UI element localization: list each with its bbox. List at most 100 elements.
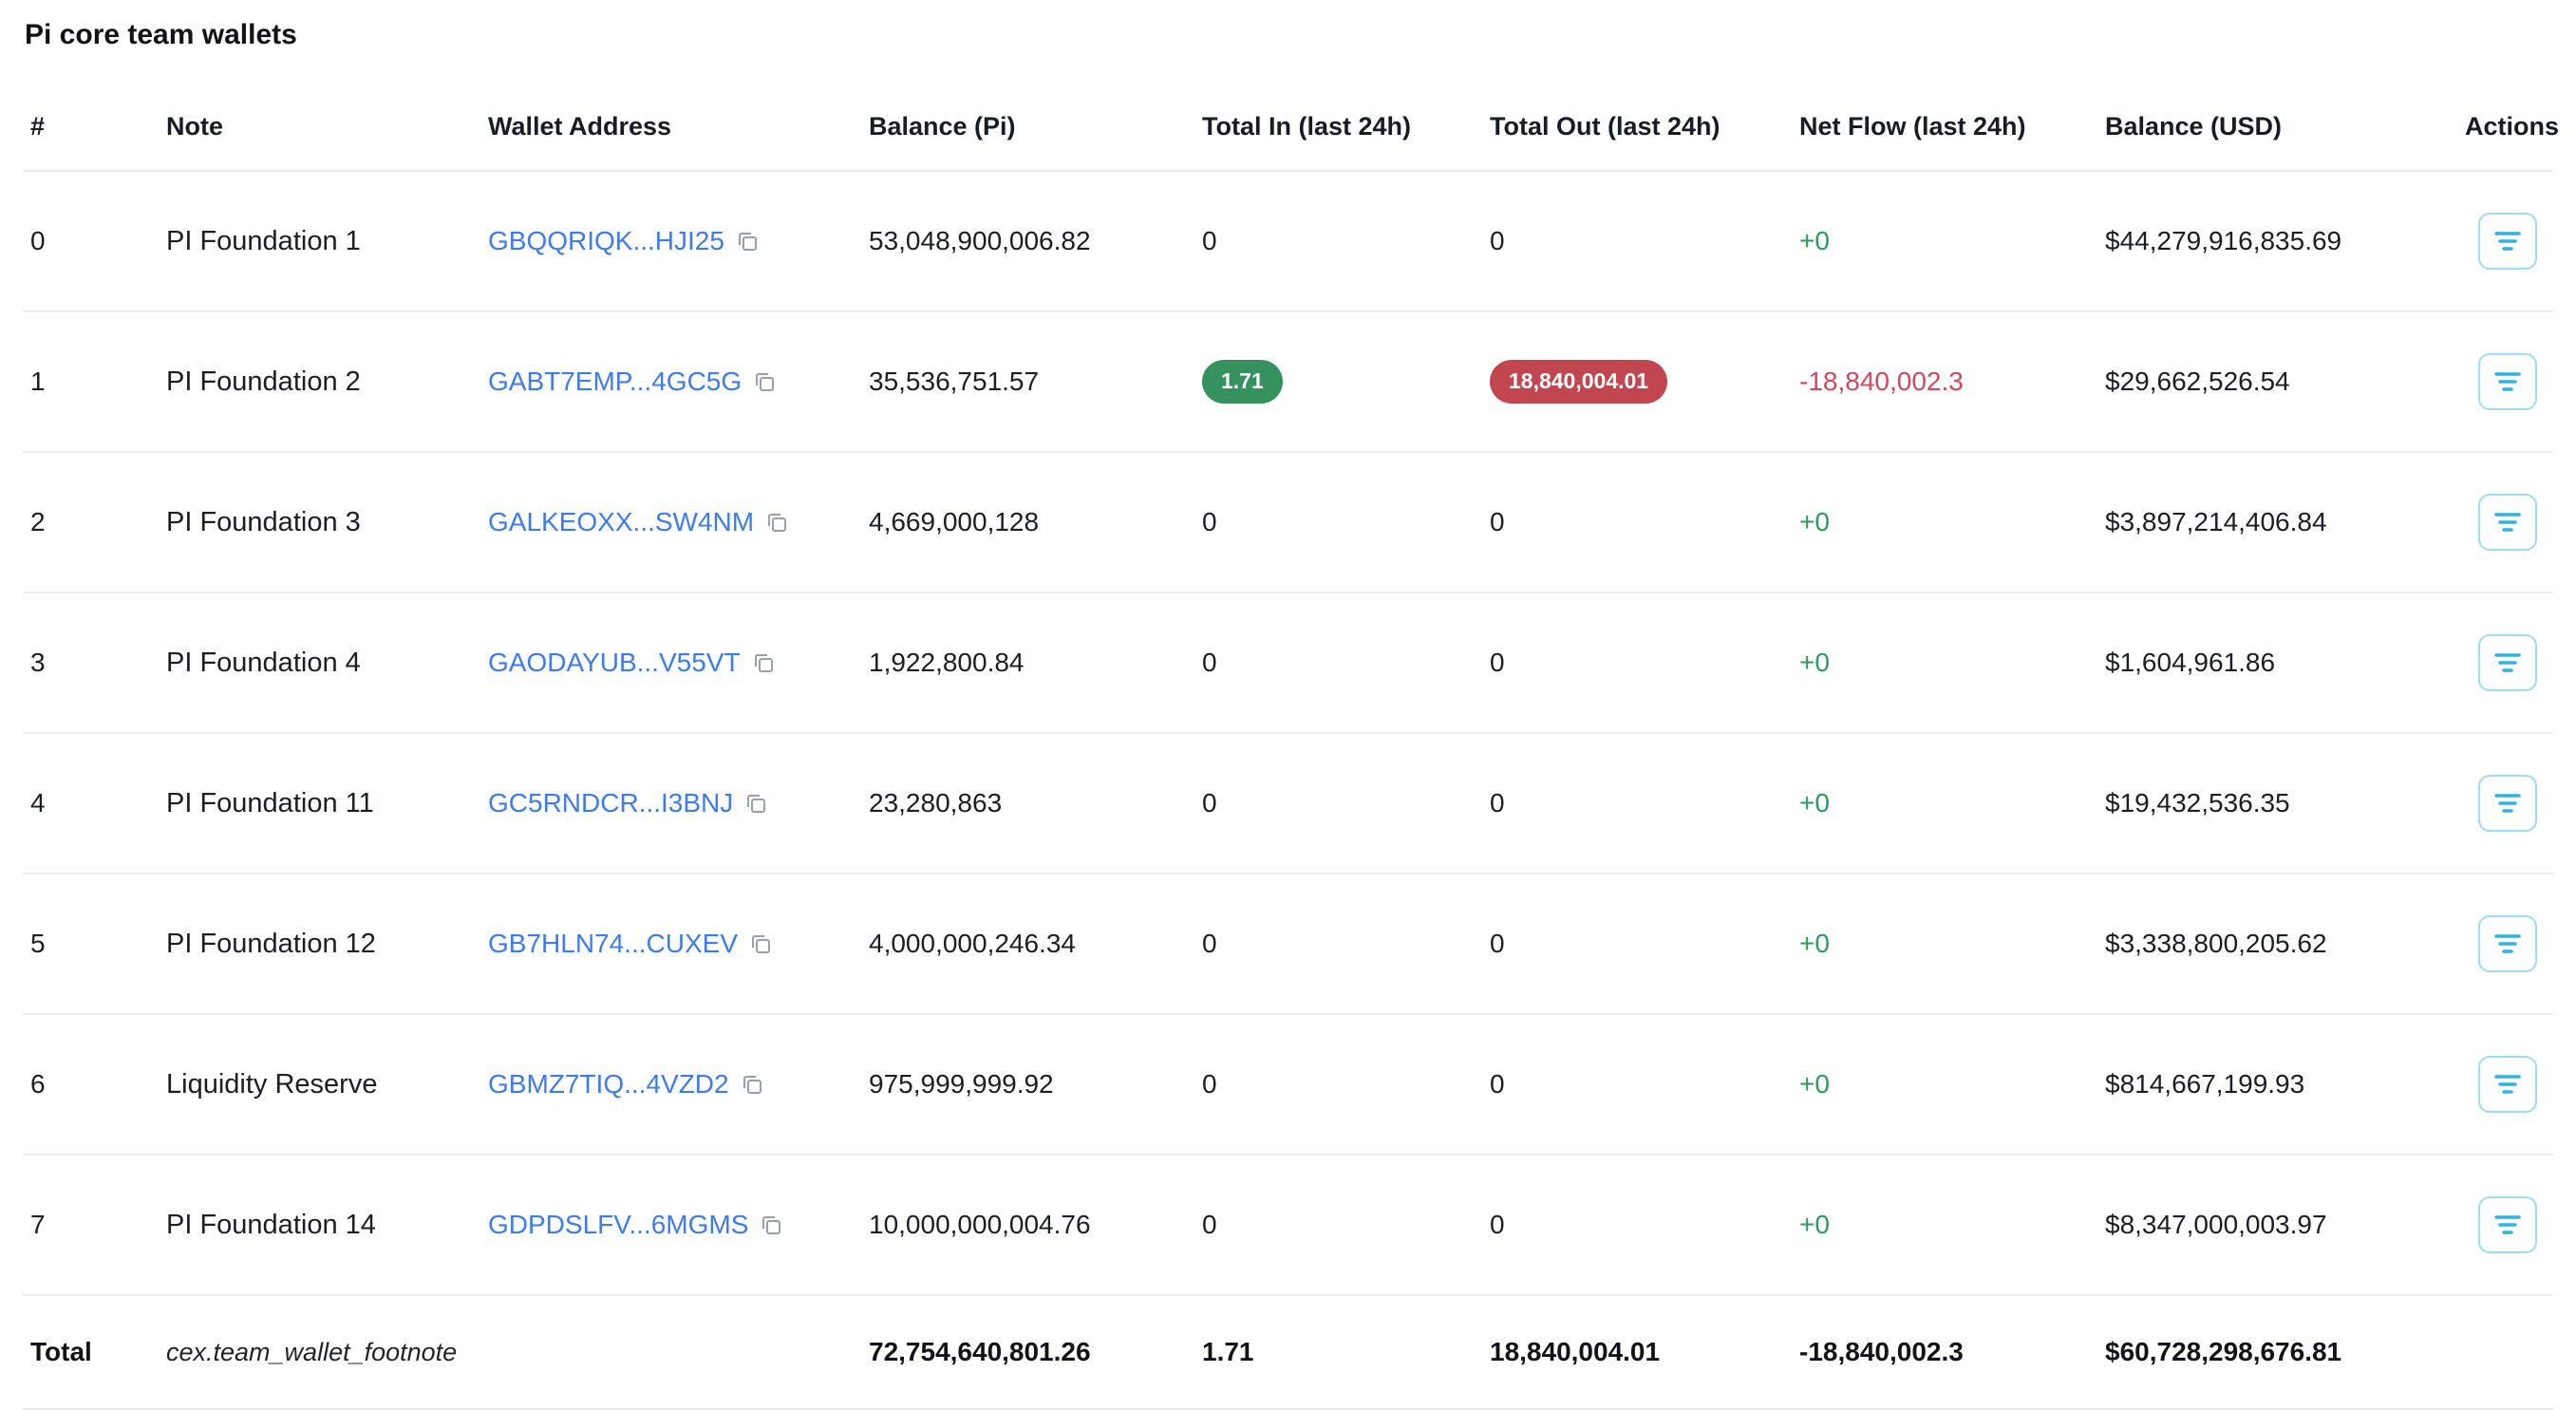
wallet-filter-button[interactable] — [2478, 494, 2537, 551]
pi-wallets-page: Pi core team wallets # Note Wallet Addre… — [0, 0, 2576, 1245]
net-flow: +0 — [1792, 874, 2097, 1014]
total-in-cell: 1.71 — [1194, 311, 1482, 452]
total-in: 0 — [1194, 733, 1482, 874]
col-header-net-flow: Net Flow (last 24h) — [1792, 87, 2097, 171]
wallet-filter-button[interactable] — [2478, 634, 2537, 691]
filter-icon — [2493, 1072, 2522, 1097]
total-in: 0 — [1194, 1155, 1482, 1295]
row-index: 0 — [23, 171, 159, 311]
total-out-cell: 18,840,004.01 — [1482, 311, 1792, 452]
total-out-badge: 18,840,004.01 — [1490, 360, 1667, 404]
wallet-filter-button[interactable] — [2478, 775, 2537, 832]
filter-icon — [2493, 931, 2522, 956]
total-in-badge: 1.71 — [1202, 360, 1283, 404]
wallet-note: PI Foundation 11 — [159, 733, 480, 874]
total-actions-cell — [2457, 1295, 2553, 1409]
filter-icon — [2493, 229, 2522, 254]
net-flow: +0 — [1792, 733, 2097, 874]
row-index: 4 — [23, 733, 159, 874]
net-flow: +0 — [1792, 1014, 2097, 1155]
table-header-row: # Note Wallet Address Balance (Pi) Total… — [23, 87, 2553, 171]
wallet-address-cell: GABT7EMP...4GC5G — [480, 311, 861, 452]
col-header-actions: Actions — [2457, 87, 2553, 171]
total-in: 0 — [1194, 1014, 1482, 1155]
total-out: 0 — [1482, 874, 1792, 1014]
net-flow: +0 — [1792, 171, 2097, 311]
copy-icon[interactable] — [760, 1213, 782, 1236]
wallet-filter-button[interactable] — [2478, 213, 2537, 270]
balance-usd: $8,347,000,003.97 — [2097, 1155, 2457, 1295]
wallet-address-link[interactable]: GAODAYUB...V55VT — [488, 648, 741, 677]
total-net-flow: -18,840,002.3 — [1792, 1295, 2097, 1409]
table-row: 4 PI Foundation 11 GC5RNDCR...I3BNJ 23,2… — [23, 733, 2553, 874]
col-header-address: Wallet Address — [480, 87, 861, 171]
copy-icon[interactable] — [749, 932, 772, 955]
wallet-address-link[interactable]: GC5RNDCR...I3BNJ — [488, 788, 733, 818]
row-index: 6 — [23, 1014, 159, 1155]
copy-icon[interactable] — [736, 230, 759, 253]
row-index: 1 — [23, 311, 159, 452]
copy-icon[interactable] — [765, 511, 788, 534]
wallet-note: PI Foundation 14 — [159, 1155, 480, 1295]
table-row: 0 PI Foundation 1 GBQQRIQK...HJI25 53,04… — [23, 171, 2553, 311]
col-header-note: Note — [159, 87, 480, 171]
wallet-note: PI Foundation 2 — [159, 311, 480, 452]
col-header-balance-usd: Balance (USD) — [2097, 87, 2457, 171]
wallet-address-link[interactable]: GB7HLN74...CUXEV — [488, 929, 738, 958]
balance-pi: 1,922,800.84 — [861, 592, 1194, 733]
table-row: 5 PI Foundation 12 GB7HLN74...CUXEV 4,00… — [23, 874, 2553, 1014]
balance-pi: 53,048,900,006.82 — [861, 171, 1194, 311]
wallet-address-link[interactable]: GDPDSLFV...6MGMS — [488, 1210, 748, 1239]
wallet-address-cell: GAODAYUB...V55VT — [480, 592, 861, 733]
wallet-address-cell: GB7HLN74...CUXEV — [480, 874, 861, 1014]
table-row: 1 PI Foundation 2 GABT7EMP...4GC5G 35,53… — [23, 311, 2553, 452]
filter-icon — [2493, 791, 2522, 816]
total-out: 0 — [1482, 1155, 1792, 1295]
balance-usd: $19,432,536.35 — [2097, 733, 2457, 874]
copy-icon[interactable] — [752, 651, 775, 674]
wallet-address-cell: GBQQRIQK...HJI25 — [480, 171, 861, 311]
total-in: 0 — [1194, 874, 1482, 1014]
wallet-note: PI Foundation 3 — [159, 452, 480, 592]
total-out: 0 — [1482, 592, 1792, 733]
balance-pi: 975,999,999.92 — [861, 1014, 1194, 1155]
wallet-address-link[interactable]: GALKEOXX...SW4NM — [488, 507, 754, 536]
wallet-note: PI Foundation 4 — [159, 592, 480, 733]
col-header-index: # — [23, 87, 159, 171]
copy-icon[interactable] — [741, 1073, 763, 1096]
wallet-address-link[interactable]: GABT7EMP...4GC5G — [488, 367, 742, 396]
copy-icon[interactable] — [744, 792, 767, 815]
total-balance-pi: 72,754,640,801.26 — [861, 1295, 1194, 1409]
page-title: Pi core team wallets — [23, 19, 2553, 51]
filter-icon — [2493, 369, 2522, 394]
balance-pi: 4,000,000,246.34 — [861, 874, 1194, 1014]
wallet-filter-button[interactable] — [2478, 353, 2537, 410]
wallet-address-link[interactable]: GBMZ7TIQ...4VZD2 — [488, 1069, 729, 1099]
net-flow: +0 — [1792, 1155, 2097, 1295]
balance-pi: 10,000,000,004.76 — [861, 1155, 1194, 1295]
total-in-sum: 1.71 — [1194, 1295, 1482, 1409]
net-flow: +0 — [1792, 592, 2097, 733]
wallet-filter-button[interactable] — [2478, 915, 2537, 972]
wallet-address-cell: GBMZ7TIQ...4VZD2 — [480, 1014, 861, 1155]
team-wallet-footnote: cex.team_wallet_footnote — [159, 1295, 480, 1409]
wallet-address-link[interactable]: GBQQRIQK...HJI25 — [488, 226, 724, 255]
total-out: 0 — [1482, 1014, 1792, 1155]
col-header-total-in: Total In (last 24h) — [1194, 87, 1482, 171]
copy-icon[interactable] — [753, 370, 776, 393]
table-row: 2 PI Foundation 3 GALKEOXX...SW4NM 4,669… — [23, 452, 2553, 592]
net-flow: +0 — [1792, 452, 2097, 592]
filter-icon — [2493, 1213, 2522, 1237]
total-label: Total — [23, 1295, 159, 1409]
filter-icon — [2493, 510, 2522, 535]
balance-usd: $3,897,214,406.84 — [2097, 452, 2457, 592]
row-index: 3 — [23, 592, 159, 733]
wallet-filter-button[interactable] — [2478, 1056, 2537, 1113]
wallet-filter-button[interactable] — [2478, 1196, 2537, 1253]
wallet-note: PI Foundation 1 — [159, 171, 480, 311]
total-out-sum: 18,840,004.01 — [1482, 1295, 1792, 1409]
wallet-address-cell: GALKEOXX...SW4NM — [480, 452, 861, 592]
balance-pi: 35,536,751.57 — [861, 311, 1194, 452]
balance-pi: 4,669,000,128 — [861, 452, 1194, 592]
total-in: 0 — [1194, 171, 1482, 311]
